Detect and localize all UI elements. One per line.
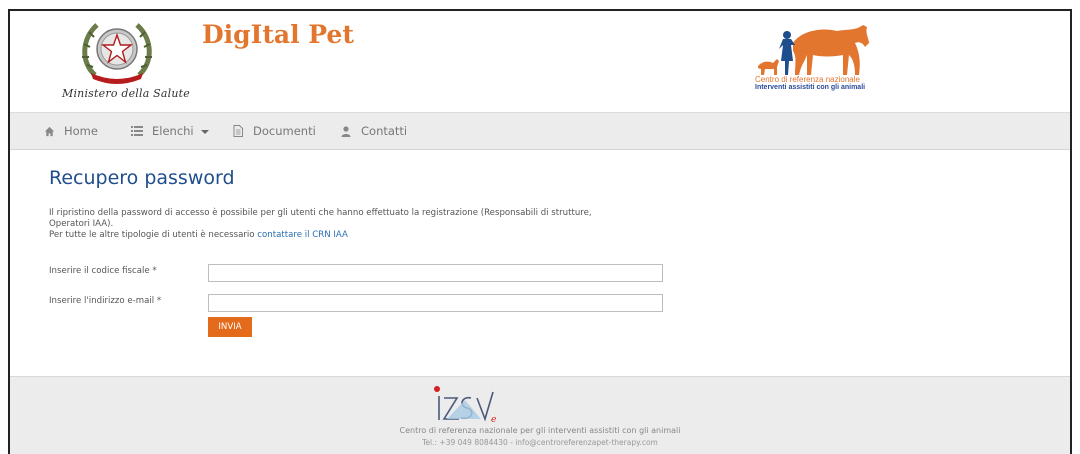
izsve-logo-icon: e [434,386,496,424]
nav-item-elenchi[interactable]: Elenchi [130,113,209,149]
site-footer: e Centro di referenza nazionale per gli … [10,376,1070,454]
svg-text:e: e [491,415,496,424]
list-icon [130,124,144,138]
main-navbar: Home Elenchi Documenti Contatti [10,112,1070,150]
user-icon [339,124,353,138]
nav-item-contatti[interactable]: Contatti [339,113,407,149]
page-frame: Ministero della Salute DigItal Pet Centr… [8,9,1072,454]
email-label: Inserire l'indirizzo e-mail * [49,296,162,306]
email-input[interactable] [208,294,663,312]
nav-item-label: Contatti [361,124,408,138]
crn-line1: Centro di referenza nazionale [755,75,860,84]
nav-item-label: Documenti [253,124,316,138]
chevron-down-icon [200,130,209,134]
document-icon [231,124,245,138]
home-icon [42,124,56,138]
nav-item-label: Home [64,124,98,138]
italian-republic-emblem-icon [82,23,152,84]
info-text: Il ripristino della password di accesso … [49,208,689,241]
invia-button[interactable]: INVIA [208,317,252,337]
page-title: Recupero password [49,167,235,189]
app-title[interactable]: DigItal Pet [202,20,354,49]
info-line2: Operatori IAA). [49,219,114,229]
footer-line2: Tel.: +39 049 8084430 - info@centrorefer… [422,438,658,447]
ministry-label: Ministero della Salute [62,87,191,100]
nav-item-documenti[interactable]: Documenti [231,113,316,149]
main-content: Recupero password Il ripristino della pa… [10,150,1070,376]
nav-item-home[interactable]: Home [42,113,98,149]
footer-line1: Centro di referenza nazionale per gli in… [399,426,681,435]
crn-line2: Interventi assistiti con gli animali [755,84,866,91]
codice-fiscale-label: Inserire il codice fiscale * [49,266,157,276]
crn-horse-child-dog-logo-icon [757,25,869,75]
site-header: Ministero della Salute DigItal Pet Centr… [10,11,1070,112]
info-line3-prefix: Per tutte le altre tipologie di utenti è… [49,230,258,240]
info-line1: Il ripristino della password di accesso … [49,208,592,218]
contact-crn-link[interactable]: contattare il CRN IAA [257,230,348,240]
info-line3: Per tutte le altre tipologie di utenti è… [49,230,689,241]
codice-fiscale-input[interactable] [208,264,663,282]
nav-item-label: Elenchi [152,124,194,138]
